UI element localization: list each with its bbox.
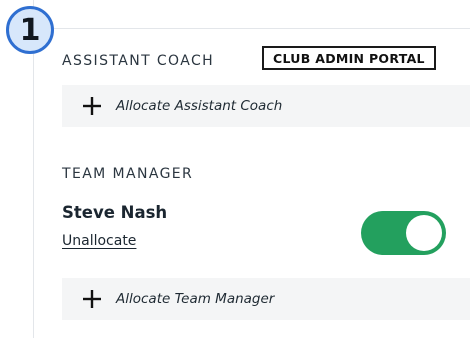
toggle-knob — [406, 215, 442, 251]
allocate-team-manager-label: Allocate Team Manager — [116, 291, 275, 307]
plus-icon — [83, 290, 101, 308]
unallocate-link[interactable]: Unallocate — [62, 233, 136, 249]
plus-icon — [83, 97, 101, 115]
club-admin-portal-label: CLUB ADMIN PORTAL — [273, 50, 425, 66]
assistant-coach-heading: ASSISTANT COACH — [62, 53, 215, 69]
allocate-assistant-coach-label: Allocate Assistant Coach — [116, 98, 283, 114]
allocate-assistant-coach-button[interactable]: Allocate Assistant Coach — [62, 85, 470, 127]
frame-top-border — [33, 28, 470, 29]
team-manager-toggle[interactable] — [361, 211, 446, 255]
step-number-badge: 1 — [6, 6, 54, 54]
team-manager-name: Steve Nash — [62, 203, 168, 222]
club-admin-portal-badge: CLUB ADMIN PORTAL — [262, 46, 436, 70]
allocate-team-manager-button[interactable]: Allocate Team Manager — [62, 278, 470, 320]
team-manager-heading: TEAM MANAGER — [62, 166, 194, 182]
